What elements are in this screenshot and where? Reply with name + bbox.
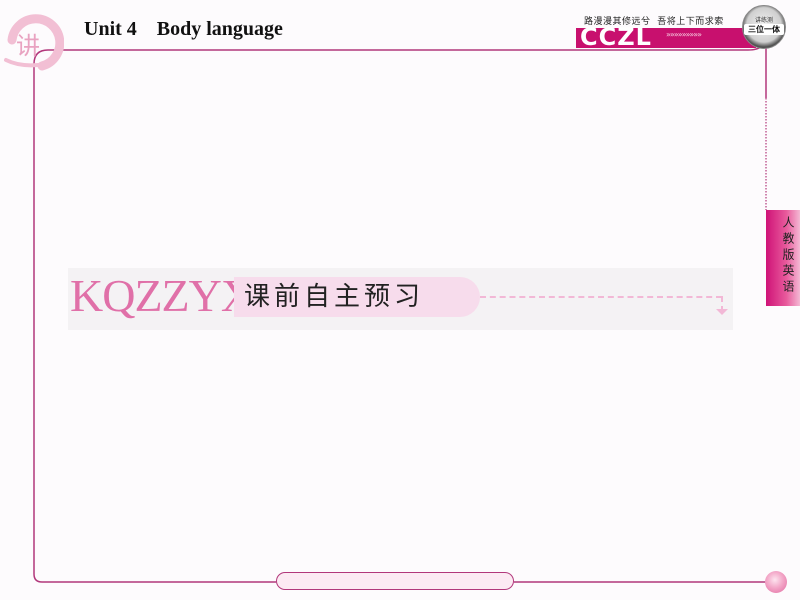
section-title: 课前自主预习 <box>244 282 425 312</box>
logo-char: 讲 <box>16 32 40 60</box>
badge-top-text: 讲练测 <box>754 17 773 24</box>
arrow-down-icon <box>716 309 728 315</box>
lecture-logo-icon: 讲 <box>4 14 64 71</box>
page-title: Unit 4 Body language <box>84 18 283 40</box>
brand-name: CCZL <box>580 23 652 51</box>
nav-bar-button[interactable] <box>276 572 514 590</box>
side-tab-label: 人教版英语 <box>781 216 795 296</box>
frame-top-line <box>33 49 748 65</box>
badge-main-text: 三位一体 <box>744 24 784 35</box>
nav-ball-button[interactable] <box>765 571 787 593</box>
section-code: KQZZYX <box>70 270 254 321</box>
chevrons-icon: »»»»»»»»» <box>666 30 702 39</box>
dashed-line <box>480 296 722 298</box>
